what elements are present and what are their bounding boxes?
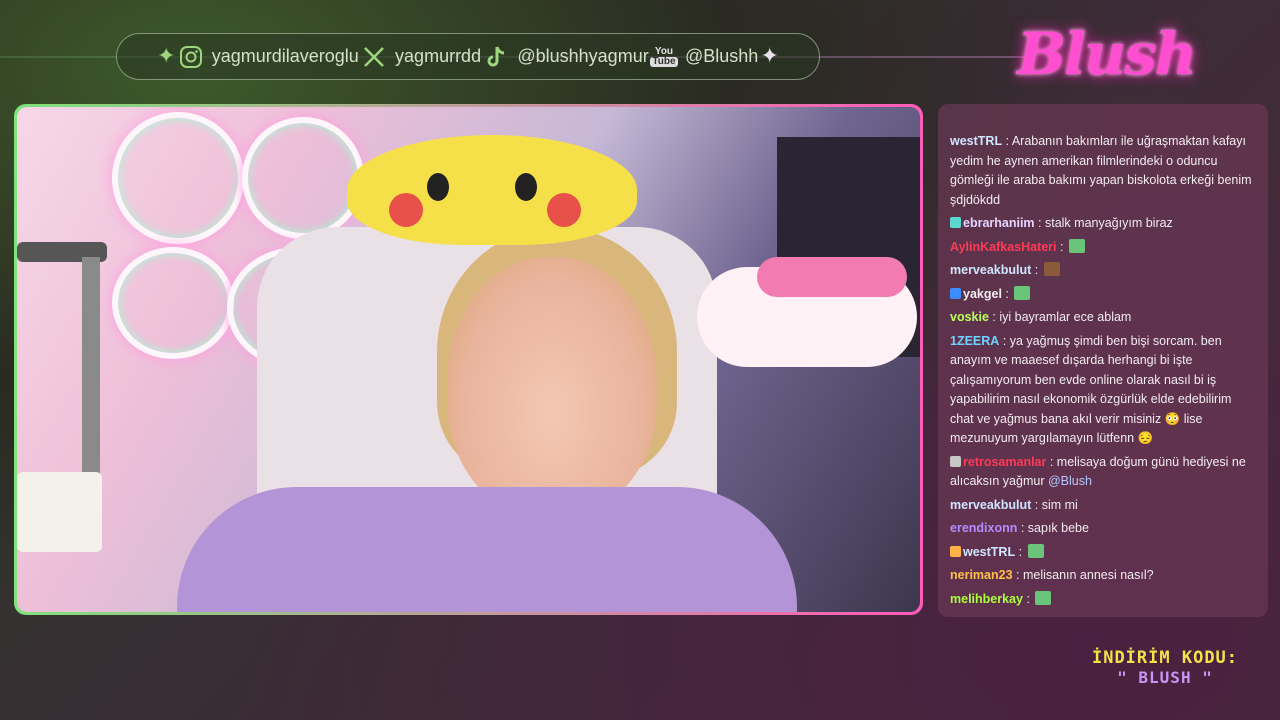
neon-smiley-decoration: [112, 112, 244, 244]
chat-badge-icon: [950, 545, 961, 557]
chat-message-list[interactable]: westTRL : Arabanın bakımları ile uğraşma…: [950, 132, 1258, 613]
webcam-video: [17, 107, 920, 612]
chat-badge-icon: [950, 287, 961, 299]
streamer-face: [447, 257, 657, 517]
emote-icon: [1027, 543, 1044, 558]
chat-message: melihberkay :: [950, 590, 1258, 610]
chat-message: westTRL :: [950, 543, 1258, 563]
eye-shape: [427, 173, 449, 201]
chat-username[interactable]: merveakbulut: [950, 498, 1031, 512]
chat-mention[interactable]: @Blush: [1048, 474, 1092, 488]
cheek-shape: [547, 193, 581, 227]
youtube-icon: You Tube: [650, 45, 678, 67]
cheek-shape: [389, 193, 423, 227]
tiktok-handle: @blushhyagmur: [517, 46, 649, 66]
chat-username[interactable]: ebrarhaniim: [963, 216, 1035, 230]
unicorn-mane: [757, 257, 907, 297]
x-icon: [361, 44, 387, 70]
neon-smiley-decoration: [112, 247, 234, 359]
chat-message: merveakbulut : sim mi: [950, 497, 1078, 512]
chat-text: iyi bayramlar ece ablam: [999, 310, 1132, 324]
chat-username[interactable]: melihberkay: [950, 592, 1023, 606]
chat-message: AylinKafkasHateri :: [950, 238, 1258, 258]
emote-icon: [1043, 262, 1060, 276]
tiktok-link[interactable]: @blushhyagmur: [483, 44, 649, 70]
emote-icon: [1035, 590, 1052, 605]
chat-badge-icon: [950, 455, 961, 467]
instagram-icon: [178, 44, 204, 70]
chat-text: sim mi: [1041, 497, 1078, 512]
chat-username[interactable]: westTRL: [963, 545, 1015, 559]
chat-username[interactable]: voskie: [950, 310, 989, 324]
chat-username[interactable]: neriman23: [950, 568, 1013, 582]
x-link[interactable]: yagmurrdd: [361, 44, 481, 70]
social-links-bar: ✦ yagmurdilaveroglu yagmurrdd @blushhyag…: [116, 33, 820, 80]
chat-username[interactable]: erendixonn: [950, 521, 1017, 535]
instagram-link[interactable]: yagmurdilaveroglu: [178, 44, 359, 70]
chat-text: sapık bebe: [1027, 521, 1089, 535]
chat-username[interactable]: retrosamanlar: [963, 455, 1046, 469]
youtube-link[interactable]: You Tube @Blushh: [650, 44, 759, 70]
purple-sweater: [177, 487, 797, 612]
chat-username[interactable]: merveakbulut: [950, 263, 1031, 277]
chat-text: stalk manyağıyım biraz: [1044, 216, 1173, 230]
pikachu-hat: [347, 135, 637, 245]
eye-shape: [515, 173, 537, 201]
chat-username[interactable]: 1ZEERA: [950, 334, 999, 348]
youtube-handle: @Blushh: [684, 46, 759, 66]
chat-message: 1ZEERA : ya yağmuş şimdi ben bişi sorcam…: [950, 333, 1232, 446]
chat-text: melisanın annesi nasıl?: [1022, 568, 1154, 582]
webcam-frame: [14, 104, 923, 615]
emote-icon: [1068, 238, 1085, 253]
sparkle-icon: ✦: [157, 44, 176, 69]
chat-username[interactable]: AylinKafkasHateri: [950, 240, 1057, 254]
neon-smiley-decoration: [242, 117, 364, 239]
chat-message: westTRL : Arabanın bakımları ile uğraşma…: [950, 134, 1252, 207]
chat-username[interactable]: yakgel: [963, 287, 1002, 301]
chat-message: neriman23 : melisanın annesi nasıl?: [950, 568, 1154, 582]
chat-panel[interactable]: westTRL : Arabanın bakımları ile uğraşma…: [938, 104, 1268, 617]
mug: [17, 472, 102, 552]
x-handle: yagmurrdd: [395, 46, 482, 66]
discount-code-banner: İNDİRİM KODU: " BLUSH ": [1090, 648, 1240, 698]
sparkle-icon: ✦: [760, 44, 779, 69]
chat-message: erendixonn : sapık bebe: [950, 521, 1089, 535]
chat-message: voskie : iyi bayramlar ece ablam: [950, 310, 1132, 324]
discount-code: " BLUSH ": [1117, 668, 1213, 687]
blush-logo: Blush: [1016, 20, 1197, 88]
chat-badge-icon: [950, 217, 961, 228]
chat-message: merveakbulut :: [950, 261, 1258, 281]
chat-text: ya yağmuş şimdi ben bişi sorcam. ben ana…: [950, 333, 1232, 446]
chat-message: yakgel :: [950, 285, 1258, 305]
discount-label: İNDİRİM KODU:: [1091, 648, 1239, 668]
tiktok-icon: [483, 44, 509, 70]
chat-message: ebrarhaniim : stalk manyağıyım biraz: [950, 214, 1258, 234]
chat-message: retrosamanlar : melisaya doğum günü hedi…: [950, 454, 1246, 488]
instagram-handle: yagmurdilaveroglu: [211, 46, 359, 66]
chat-username[interactable]: westTRL: [950, 134, 1002, 148]
emote-icon: [1014, 285, 1031, 300]
